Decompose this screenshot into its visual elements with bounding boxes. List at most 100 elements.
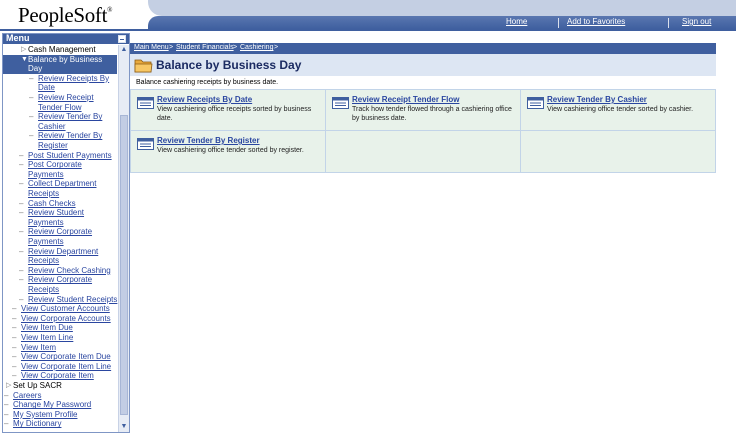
sign-out-link[interactable]: Sign out [682, 17, 711, 26]
menu-item-label[interactable]: Collect Department [28, 179, 96, 189]
menu-item-register[interactable]: Register [3, 141, 117, 151]
tree-line-icon: – [19, 275, 24, 285]
menu-item-review-student-receipts[interactable]: – Review Student Receipts [3, 295, 117, 305]
card-review-tender-by-cashier[interactable]: Review Tender By Cashier View cashiering… [521, 90, 716, 131]
card-title[interactable]: Review Receipts By Date [157, 95, 252, 104]
add-to-favorites-link[interactable]: Add to Favorites [567, 17, 625, 26]
menu-item-payments[interactable]: Payments [3, 218, 117, 228]
menu-item-date[interactable]: Date [3, 83, 117, 93]
menu-item-label[interactable]: Review Corporate [28, 227, 92, 237]
menu-item-collect-department[interactable]: – Collect Department [3, 179, 117, 189]
menu-item-my-system-profile[interactable]: – My System Profile [3, 410, 117, 420]
scroll-up-icon[interactable]: ▲ [119, 45, 129, 55]
menu-item-label[interactable]: Change My Password [13, 400, 91, 410]
menu-item-view-corporate-item-due[interactable]: – View Corporate Item Due [3, 352, 117, 362]
menu-item-view-item-due[interactable]: – View Item Due [3, 323, 117, 333]
card-title[interactable]: Review Tender By Cashier [547, 95, 647, 104]
tree-line-icon: – [29, 131, 34, 141]
menu-item-label[interactable]: Receipts [28, 256, 59, 266]
menu-item-view-corporate-item-line[interactable]: – View Corporate Item Line [3, 362, 117, 372]
menu-item-label[interactable]: Review Receipts By [38, 74, 109, 84]
menu-item-review-tender-by[interactable]: – Review Tender By [3, 131, 117, 141]
card-title[interactable]: Review Receipt Tender Flow [352, 95, 459, 104]
card-review-receipt-tender-flow[interactable]: Review Receipt Tender Flow Track how ten… [326, 90, 521, 131]
menu-item-view-corporate-item[interactable]: – View Corporate Item [3, 371, 117, 381]
menu-item-balance-by-business[interactable]: ▼ Balance by Business [3, 54, 117, 65]
menu-item-label[interactable]: Cashier [38, 122, 66, 132]
menu-item-label[interactable]: View Customer Accounts [21, 304, 110, 314]
collapsed-arrow-icon[interactable]: ▷ [21, 45, 26, 55]
menu-item-review-corporate[interactable]: – Review Corporate [3, 275, 117, 285]
menu-item-review-receipt[interactable]: – Review Receipt [3, 93, 117, 103]
scroll-thumb[interactable] [120, 115, 128, 415]
expanded-arrow-icon[interactable]: ▼ [21, 55, 28, 65]
menu-item-review-department[interactable]: – Review Department [3, 247, 117, 257]
menu-item-label[interactable]: Review Tender By [38, 131, 102, 141]
menu-scrollbar[interactable]: ▲ ▼ [118, 45, 129, 432]
breadcrumb-student-financials[interactable]: Student Financials [176, 44, 234, 51]
menu-item-label[interactable]: Careers [13, 391, 41, 401]
menu-item-cashier[interactable]: Cashier [3, 122, 117, 132]
menu-item-receipts[interactable]: Receipts [3, 256, 117, 266]
menu-item-receipts[interactable]: Receipts [3, 285, 117, 295]
menu-item-receipts[interactable]: Receipts [3, 189, 117, 199]
menu-item-label[interactable]: Payments [28, 237, 64, 247]
menu-item-label[interactable]: My Dictionary [13, 419, 61, 429]
menu-item-label[interactable]: Review Tender By [38, 112, 102, 122]
menu-item-label[interactable]: View Item Due [21, 323, 73, 333]
menu-item-cash-management[interactable]: ▷ Cash Management [3, 45, 117, 55]
card-title[interactable]: Review Tender By Register [157, 136, 260, 145]
collapse-menu-icon[interactable] [118, 35, 126, 43]
menu-item-label[interactable]: Review Student Receipts [28, 295, 117, 305]
menu-item-tender-flow[interactable]: Tender Flow [3, 103, 117, 113]
menu-item-label[interactable]: Review Student [28, 208, 84, 218]
menu-item-payments[interactable]: Payments [3, 237, 117, 247]
menu-item-label[interactable]: Review Check Cashing [28, 266, 111, 276]
menu-item-review-receipts-by[interactable]: – Review Receipts By [3, 74, 117, 84]
menu-item-label[interactable]: View Corporate Item [21, 371, 94, 381]
tree-line-icon: – [19, 150, 24, 160]
menu-item-cash-checks[interactable]: – Cash Checks [3, 199, 117, 209]
menu-item-view-corporate-accounts[interactable]: – View Corporate Accounts [3, 314, 117, 324]
menu-item-label[interactable]: Receipts [28, 189, 59, 199]
scroll-down-icon[interactable]: ▼ [119, 422, 129, 432]
collapsed-arrow-icon[interactable]: ▷ [6, 381, 11, 391]
menu-item-label[interactable]: Review Corporate [28, 275, 92, 285]
menu-item-view-customer-accounts[interactable]: – View Customer Accounts [3, 304, 117, 314]
menu-item-set-up-sacr[interactable]: ▷ Set Up SACR [3, 381, 117, 391]
menu-item-label[interactable]: Payments [28, 170, 64, 180]
menu-item-careers[interactable]: – Careers [3, 391, 117, 401]
menu-item-label[interactable]: Register [38, 141, 68, 151]
menu-item-label[interactable]: Review Department [28, 247, 98, 257]
card-review-tender-by-register[interactable]: Review Tender By Register View cashierin… [131, 131, 326, 172]
menu-item-label[interactable]: Cash Checks [28, 199, 76, 209]
menu-item-post-corporate[interactable]: – Post Corporate [3, 160, 117, 170]
menu-item-label[interactable]: Receipts [28, 285, 59, 295]
menu-item-label[interactable]: Payments [28, 218, 64, 228]
card-review-receipts-by-date[interactable]: Review Receipts By Date View cashiering … [131, 90, 326, 131]
home-link[interactable]: Home [506, 17, 527, 26]
menu-item-label[interactable]: View Item [21, 343, 56, 353]
menu-item-label[interactable]: View Corporate Accounts [21, 314, 111, 324]
breadcrumb-cashiering[interactable]: Cashiering [240, 44, 273, 51]
menu-item-view-item-line[interactable]: – View Item Line [3, 333, 117, 343]
menu-item-label[interactable]: Post Student Payments [28, 151, 112, 161]
menu-item-change-my-password[interactable]: – Change My Password [3, 400, 117, 410]
menu-item-review-tender-by[interactable]: – Review Tender By [3, 112, 117, 122]
menu-item-label[interactable]: Review Receipt [38, 93, 94, 103]
menu-item-label[interactable]: View Corporate Item Due [21, 352, 111, 362]
menu-item-review-check-cashing[interactable]: – Review Check Cashing [3, 266, 117, 276]
menu-item-label[interactable]: My System Profile [13, 410, 77, 420]
menu-item-label[interactable]: Post Corporate [28, 160, 82, 170]
menu-item-label[interactable]: Tender Flow [38, 103, 82, 113]
menu-item-my-dictionary[interactable]: – My Dictionary [3, 419, 117, 429]
menu-item-label[interactable]: View Item Line [21, 333, 73, 343]
menu-item-label[interactable]: View Corporate Item Line [21, 362, 111, 372]
menu-item-review-student[interactable]: – Review Student [3, 208, 117, 218]
breadcrumb-main-menu[interactable]: Main Menu [134, 44, 169, 51]
menu-item-view-item[interactable]: – View Item [3, 343, 117, 353]
menu-item-post-student-payments[interactable]: – Post Student Payments [3, 151, 117, 161]
menu-item-payments[interactable]: Payments [3, 170, 117, 180]
menu-item-review-corporate[interactable]: – Review Corporate [3, 227, 117, 237]
menu-item-label[interactable]: Date [38, 83, 55, 93]
